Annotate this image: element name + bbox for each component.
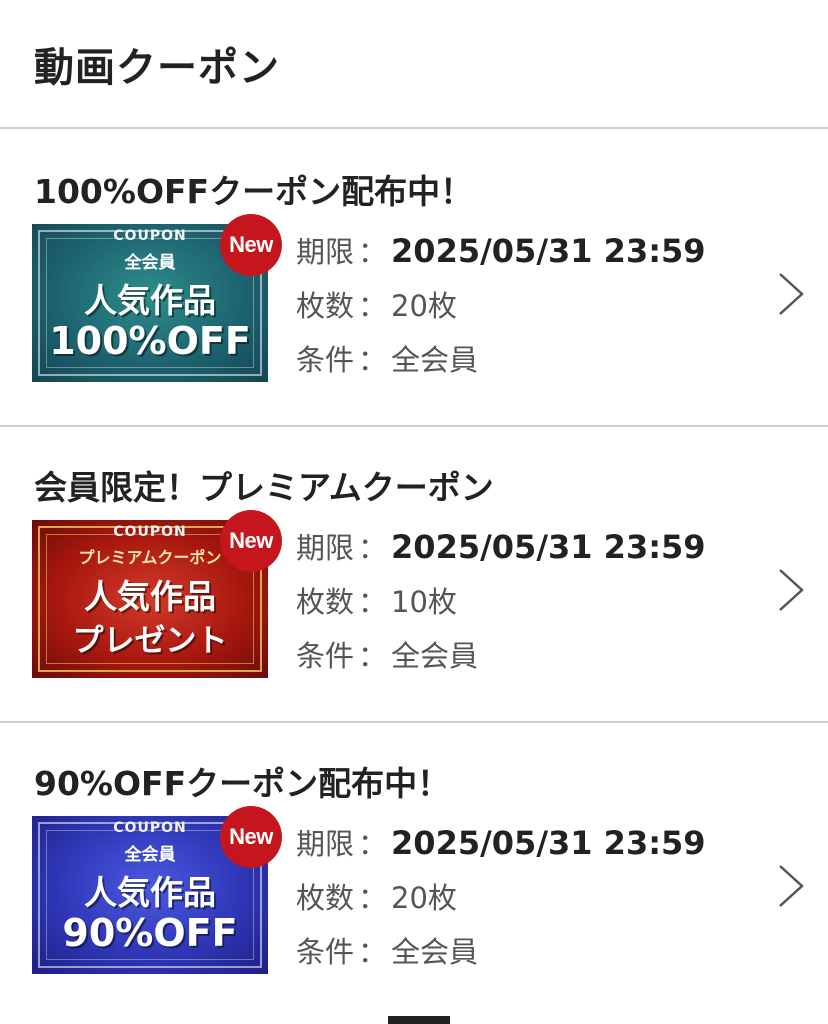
count-value: 20枚	[391, 289, 457, 323]
page-title: 動画クーポン	[34, 44, 280, 91]
new-badge: New	[220, 510, 282, 572]
coupon-item[interactable]: 会員限定！プレミアムクーポン COUPON プレミアムクーポン 人気作品 プレゼ…	[0, 427, 828, 723]
scroll-indicator	[388, 1016, 450, 1024]
condition-row: 条件：全会員	[296, 929, 706, 983]
count-row: 枚数： 10枚	[296, 579, 706, 633]
expiry-value: 2025/05/31 23:59	[391, 232, 706, 270]
banner-headline: 人気作品	[84, 873, 216, 912]
page-header: 動画クーポン	[0, 0, 828, 129]
banner-headline: 人気作品	[84, 577, 216, 616]
count-label: 枚数	[296, 881, 355, 915]
condition-row: 条件：全会員	[296, 633, 706, 687]
expiry-row: 期限： 2025/05/31 23:59	[296, 821, 706, 875]
condition-label: 条件	[296, 639, 355, 673]
coupon-banner: COUPON 全会員 人気作品 100%OFF New	[32, 214, 282, 382]
count-row: 枚数： 20枚	[296, 283, 706, 337]
coupon-banner: COUPON プレミアムクーポン 人気作品 プレゼント New	[32, 510, 282, 678]
expiry-label: 期限	[296, 235, 355, 269]
count-value: 10枚	[391, 585, 457, 619]
expiry-value: 2025/05/31 23:59	[391, 824, 706, 862]
chevron-right-icon[interactable]	[772, 271, 808, 317]
coupon-item[interactable]: 90%OFFクーポン配布中！ COUPON 全会員 人気作品 90%OFF Ne…	[0, 723, 828, 1019]
condition-row: 条件：全会員	[296, 337, 706, 391]
coupon-title: 90%OFFクーポン配布中！	[34, 764, 451, 803]
condition-label: 条件	[296, 935, 355, 969]
new-badge: New	[220, 214, 282, 276]
condition-label: 条件	[296, 343, 355, 377]
coupon-details: 期限： 2025/05/31 23:59 枚数： 20枚 条件：全会員	[296, 821, 706, 983]
expiry-value: 2025/05/31 23:59	[391, 528, 706, 566]
banner-discount: プレゼント	[72, 623, 228, 659]
expiry-row: 期限： 2025/05/31 23:59	[296, 229, 706, 283]
coupon-details: 期限： 2025/05/31 23:59 枚数： 10枚 条件：全会員	[296, 525, 706, 687]
new-badge: New	[220, 806, 282, 868]
coupon-title: 会員限定！プレミアムクーポン	[34, 468, 494, 507]
banner-headline: 人気作品	[84, 281, 216, 320]
expiry-label: 期限	[296, 531, 355, 565]
expiry-row: 期限： 2025/05/31 23:59	[296, 525, 706, 579]
coupon-banner: COUPON 全会員 人気作品 90%OFF New	[32, 806, 282, 974]
count-row: 枚数： 20枚	[296, 875, 706, 929]
coupon-item[interactable]: 100%OFFクーポン配布中！ COUPON 全会員 人気作品 100%OFF …	[0, 131, 828, 427]
coupon-title: 100%OFFクーポン配布中！	[34, 172, 474, 211]
banner-discount: 90%OFF	[62, 911, 238, 955]
condition-value: 全会員	[391, 343, 479, 377]
expiry-label: 期限	[296, 827, 355, 861]
banner-discount: 100%OFF	[49, 319, 251, 363]
coupon-details: 期限： 2025/05/31 23:59 枚数： 20枚 条件：全会員	[296, 229, 706, 391]
count-label: 枚数	[296, 289, 355, 323]
count-label: 枚数	[296, 585, 355, 619]
chevron-right-icon[interactable]	[772, 863, 808, 909]
chevron-right-icon[interactable]	[772, 567, 808, 613]
count-value: 20枚	[391, 881, 457, 915]
condition-value: 全会員	[391, 935, 479, 969]
condition-value: 全会員	[391, 639, 479, 673]
